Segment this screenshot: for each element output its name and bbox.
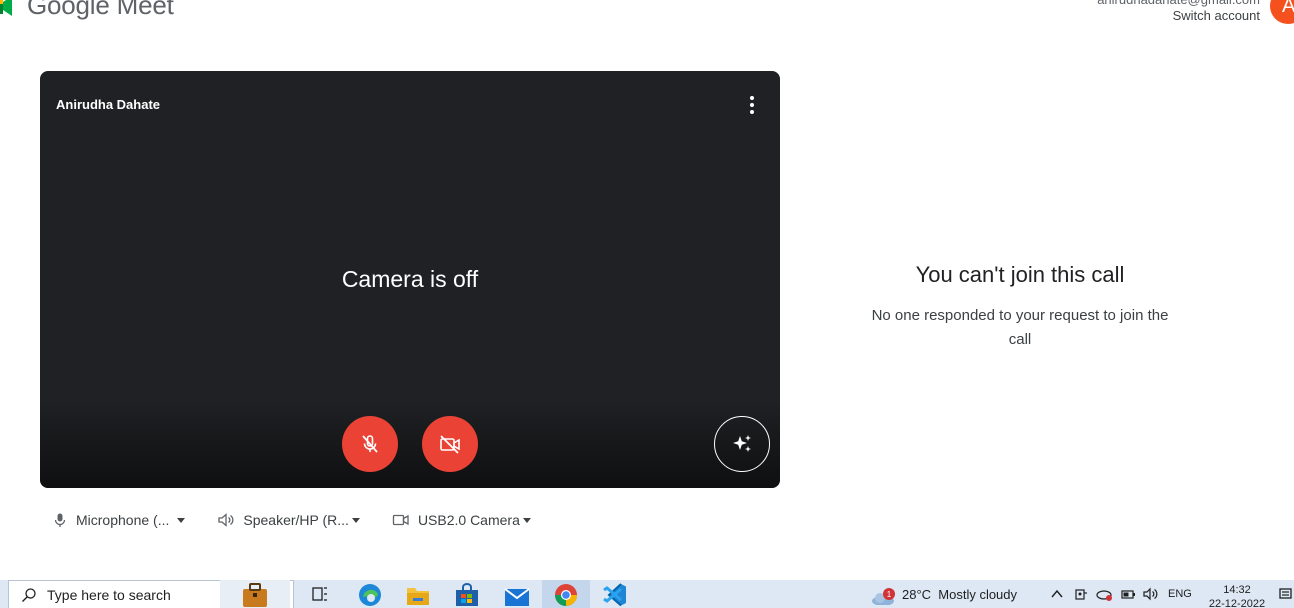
taskbar-app-briefcase[interactable] xyxy=(220,580,290,608)
more-vert-icon xyxy=(750,96,754,100)
camera-select[interactable]: USB2.0 Camera xyxy=(392,512,531,528)
task-view-icon xyxy=(312,587,327,601)
microphone-select-label: Microphone (... xyxy=(76,512,170,528)
mic-off-icon xyxy=(362,435,378,453)
avatar[interactable]: A xyxy=(1270,0,1294,24)
camera-select-label: USB2.0 Camera xyxy=(417,512,520,528)
taskbar-store[interactable] xyxy=(443,580,491,608)
battery-icon[interactable] xyxy=(1120,587,1136,601)
speaker-select[interactable]: Speaker/HP (R... xyxy=(217,512,360,528)
notification-icon xyxy=(1279,588,1292,599)
taskbar-edge[interactable] xyxy=(346,580,394,608)
clock-time: 14:32 xyxy=(1223,584,1251,596)
volume-icon[interactable] xyxy=(1142,587,1160,601)
store-icon xyxy=(456,583,478,606)
visual-effects-button[interactable] xyxy=(714,416,770,472)
weather-badge: 1 xyxy=(883,588,895,600)
edge-icon xyxy=(359,584,381,606)
chevron-down-icon xyxy=(177,517,186,523)
meet-window: Google Meet anirudhadahate@gmail.com Swi… xyxy=(0,0,1294,608)
search-icon xyxy=(22,587,36,602)
weather-widget[interactable]: 1 28°C Mostly cloudy xyxy=(870,580,1017,608)
tile-bottom-gradient xyxy=(40,398,780,488)
taskbar-clock[interactable]: 14:32 22-12-2022 xyxy=(1206,583,1268,608)
search-placeholder: Type here to search xyxy=(47,586,171,603)
participant-name: Anirudha Dahate xyxy=(56,97,161,112)
taskbar-task-view[interactable] xyxy=(296,580,344,608)
chevron-down-icon xyxy=(522,517,531,523)
camera-toggle-button[interactable] xyxy=(422,416,478,472)
chrome-icon xyxy=(555,584,577,606)
sparkle-icon xyxy=(733,435,751,452)
windows-taskbar: Type here to search 1 28°C Mostly cloudy… xyxy=(0,580,1294,608)
taskbar-mail[interactable] xyxy=(493,580,541,608)
logo-text: Google Meet xyxy=(27,0,174,20)
taskbar-file-explorer[interactable] xyxy=(394,580,442,608)
device-selectors: Microphone (... Speaker/HP (R... USB2.0 … xyxy=(52,512,563,528)
clock-date: 22-12-2022 xyxy=(1208,598,1266,608)
account-email: anirudhadahate@gmail.com xyxy=(1097,0,1260,8)
briefcase-icon xyxy=(243,583,267,607)
taskbar-chrome[interactable] xyxy=(542,580,590,608)
cant-join-subtitle: No one responded to your request to join… xyxy=(871,307,1169,348)
system-tray: ENG xyxy=(1050,580,1192,608)
mail-icon xyxy=(504,588,530,606)
chevron-down-icon xyxy=(351,517,360,523)
videocam-icon xyxy=(392,514,409,526)
microphone-toggle-button[interactable] xyxy=(342,416,398,472)
mic-icon xyxy=(54,513,66,527)
cant-join-title: You can't join this call xyxy=(915,262,1125,287)
camera-off-label: Camera is off xyxy=(341,266,479,292)
speaker-icon xyxy=(218,513,234,527)
speaker-select-label: Speaker/HP (R... xyxy=(243,512,349,528)
switch-account-link[interactable]: Switch account xyxy=(1097,8,1260,24)
self-preview-tile: Anirudha Dahate Camera is off xyxy=(40,71,780,488)
meet-now-icon[interactable] xyxy=(1074,587,1088,601)
vscode-icon xyxy=(603,583,626,607)
onedrive-icon[interactable] xyxy=(1096,587,1114,601)
weather-text: 28°C Mostly cloudy xyxy=(902,586,1018,602)
videocam-off-icon xyxy=(440,435,460,454)
folder-icon xyxy=(407,588,429,605)
chevron-up-icon[interactable] xyxy=(1050,588,1064,600)
meet-logo-icon xyxy=(0,0,12,16)
microphone-select[interactable]: Microphone (... xyxy=(52,512,186,528)
taskbar-vscode[interactable] xyxy=(591,580,639,608)
more-options-button[interactable] xyxy=(742,95,762,115)
notification-center-button[interactable] xyxy=(1276,580,1294,608)
language-indicator[interactable]: ENG xyxy=(1168,588,1192,600)
google-meet-logo[interactable]: Google Meet xyxy=(0,0,174,21)
account-info: anirudhadahate@gmail.com Switch account xyxy=(1097,0,1260,24)
